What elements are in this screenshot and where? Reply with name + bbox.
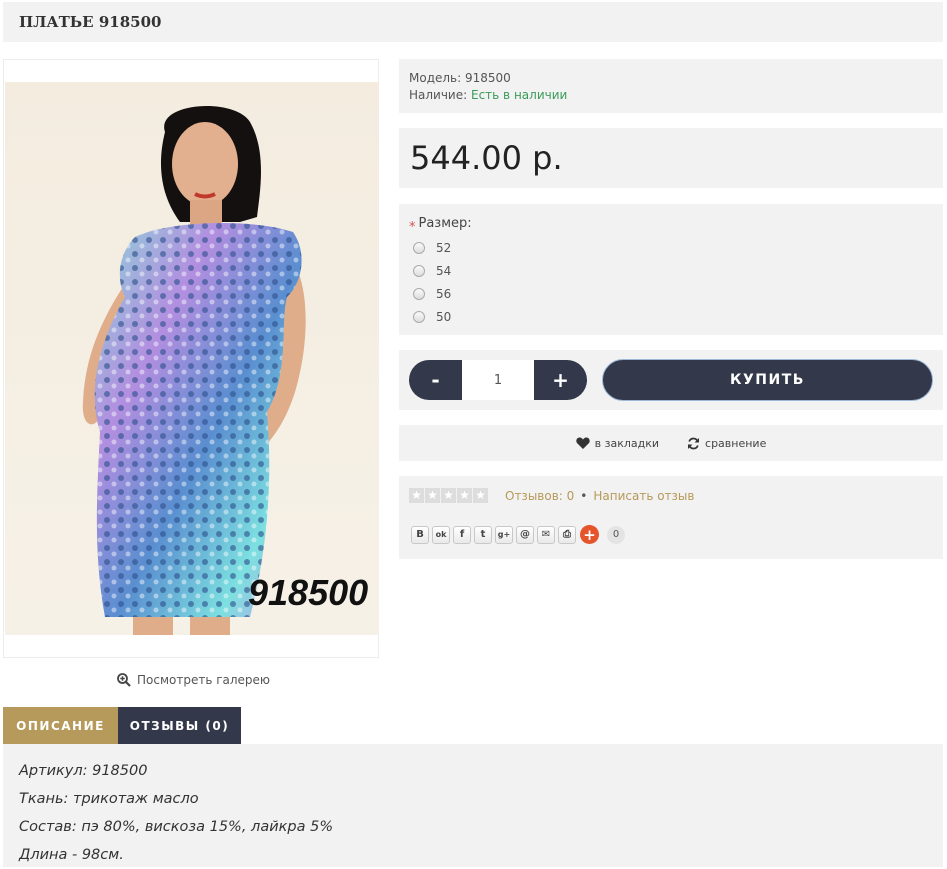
quantity-decrease-button[interactable]: -: [409, 360, 462, 400]
description-content: Артикул: 918500 Ткань: трикотаж масло Со…: [3, 744, 943, 867]
description-line: Артикул: 918500: [19, 763, 148, 779]
description-line: Состав: пэ 80%, вискоза 15%, лайкра 5%: [19, 819, 334, 835]
view-gallery-label: Посмотреть галерею: [137, 673, 271, 687]
tab-description[interactable]: ОПИСАНИЕ: [3, 707, 118, 744]
share-count-badge: 0: [607, 525, 625, 544]
size-option[interactable]: 52: [409, 236, 933, 259]
product-price: 544.00 р.: [410, 139, 563, 177]
required-asterisk: *: [409, 220, 416, 235]
model-label: Модель:: [409, 71, 462, 85]
product-info-panel: Модель: 918500 Наличие: Есть в наличии: [399, 59, 943, 113]
star-icon: ★: [441, 488, 456, 503]
review-separator: •: [580, 489, 588, 503]
size-option-label: 54: [436, 263, 452, 278]
star-icon: ★: [457, 488, 472, 503]
rating-stars: ★ ★ ★ ★ ★: [409, 488, 488, 503]
buy-button[interactable]: КУПИТЬ: [602, 359, 933, 401]
zoom-in-icon: [117, 673, 131, 687]
compare-label: сравнение: [705, 436, 767, 450]
star-icon: ★: [473, 488, 488, 503]
size-option-label: 52: [436, 240, 452, 255]
size-option-label: 50: [436, 309, 452, 324]
wishlist-label: в закладки: [594, 436, 660, 450]
view-gallery-link[interactable]: Посмотреть галерею: [117, 670, 270, 690]
model-value: 918500: [465, 71, 511, 85]
review-links: Отзывов: 0 • Написать отзыв: [505, 488, 694, 504]
print-icon[interactable]: ⎙: [558, 525, 576, 544]
mail-ru-icon[interactable]: @: [516, 525, 534, 544]
dress-model-photo: [82, 105, 306, 635]
size-radio[interactable]: [413, 287, 425, 300]
size-radio[interactable]: [413, 310, 425, 323]
add-to-compare-button[interactable]: сравнение: [687, 437, 766, 450]
share-buttons: B ok f t g+ @ ✉ ⎙ + 0: [411, 525, 625, 544]
star-icon: ★: [409, 488, 424, 503]
size-options-panel: * Размер: 52 54 56 50: [399, 204, 943, 335]
add-to-wishlist-button[interactable]: в закладки: [575, 436, 660, 450]
write-review-link[interactable]: Написать отзыв: [593, 489, 694, 503]
size-radio[interactable]: [413, 264, 425, 277]
facebook-icon[interactable]: f: [453, 525, 471, 544]
heart-icon: [575, 437, 590, 449]
size-option[interactable]: 56: [409, 282, 933, 305]
add-to-cart-panel: - + КУПИТЬ: [399, 350, 943, 410]
share-more-icon[interactable]: +: [580, 525, 599, 544]
model-row: Модель: 918500: [409, 70, 933, 87]
quantity-increase-button[interactable]: +: [534, 360, 587, 400]
size-option-label: 56: [436, 286, 452, 301]
vk-icon[interactable]: B: [411, 525, 429, 544]
quantity-input[interactable]: [462, 360, 534, 400]
product-image-frame[interactable]: 918500: [3, 59, 379, 658]
description-line: Длина - 98см.: [19, 847, 124, 863]
star-icon: ★: [425, 488, 440, 503]
wishlist-compare-panel: в закладки сравнение: [399, 425, 943, 461]
odnoklassniki-icon[interactable]: ok: [432, 525, 450, 544]
reviews-count-link[interactable]: Отзывов: 0: [505, 489, 574, 503]
size-radio[interactable]: [413, 241, 425, 254]
product-image[interactable]: 918500: [5, 82, 379, 635]
availability-label: Наличие:: [409, 88, 468, 102]
product-image-code: 918500: [248, 572, 369, 613]
refresh-icon: [688, 437, 700, 449]
reviews-share-panel: ★ ★ ★ ★ ★ Отзывов: 0 • Написать отзыв B …: [399, 476, 943, 559]
size-label: Размер:: [418, 216, 472, 231]
size-option[interactable]: 50: [409, 305, 933, 328]
tab-reviews[interactable]: ОТЗЫВЫ (0): [118, 707, 241, 744]
page-title: ПЛАТЬЕ 918500: [3, 2, 943, 42]
description-line: Ткань: трикотаж масло: [19, 791, 199, 807]
size-label-row: * Размер:: [409, 216, 933, 236]
availability-row: Наличие: Есть в наличии: [409, 87, 933, 104]
size-option[interactable]: 54: [409, 259, 933, 282]
price-panel: 544.00 р.: [399, 128, 943, 188]
google-plus-icon[interactable]: g+: [495, 525, 513, 544]
email-icon[interactable]: ✉: [537, 525, 555, 544]
availability-value: Есть в наличии: [471, 88, 568, 102]
twitter-icon[interactable]: t: [474, 525, 492, 544]
